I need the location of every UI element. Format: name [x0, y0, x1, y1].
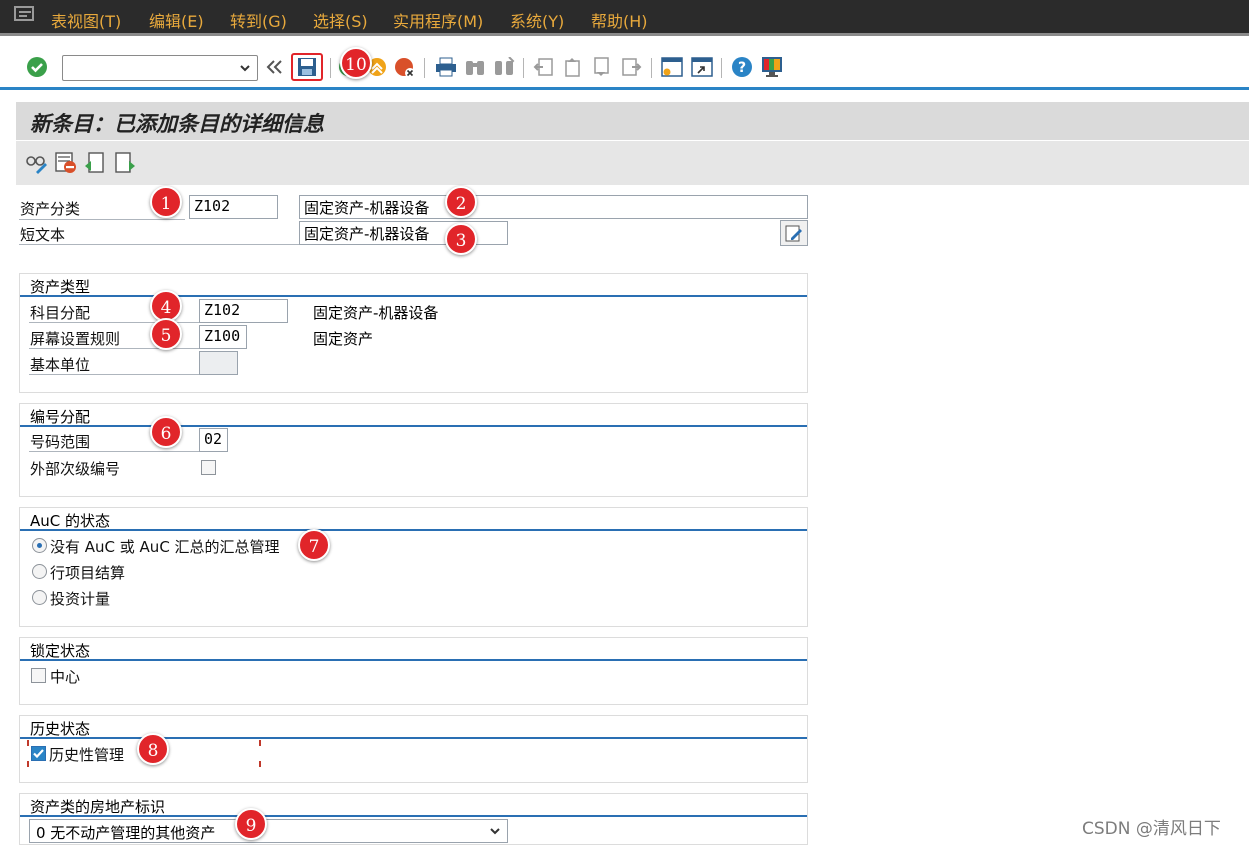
- number-range-input[interactable]: 02: [199, 428, 228, 452]
- check-icon: [33, 749, 44, 759]
- lock-status-group: 锁定状态: [19, 637, 808, 705]
- number-assignment-group: 编号分配: [19, 403, 808, 497]
- annotation-badge-7: 7: [298, 529, 330, 561]
- history-management-checkbox[interactable]: [31, 746, 46, 761]
- central-lock-checkbox[interactable]: [31, 668, 46, 683]
- chevron-down-icon[interactable]: [489, 825, 501, 837]
- central-lock-label: 中心: [50, 668, 81, 686]
- annotation-badge-2: 2: [445, 186, 477, 218]
- number-range-label: 号码范围: [30, 433, 91, 451]
- menu-bar: 表视图(T) 编辑(E) 转到(G) 选择(S) 实用程序(M) 系统(Y) 帮…: [0, 0, 1249, 36]
- auc-option-line-item-radio[interactable]: [32, 564, 47, 579]
- auc-status-group: AuC 的状态: [19, 507, 808, 627]
- menu-item-goto[interactable]: 转到(G): [230, 8, 287, 32]
- menu-item-table-view[interactable]: 表视图(T): [51, 8, 121, 32]
- save-icon[interactable]: [291, 53, 323, 81]
- account-determination-input[interactable]: Z102: [199, 299, 288, 323]
- menu-item-edit[interactable]: 编辑(E): [149, 8, 204, 32]
- annotation-badge-3: 3: [445, 223, 477, 255]
- base-unit-input[interactable]: [199, 351, 238, 375]
- asset-class-input[interactable]: Z102: [189, 195, 278, 219]
- command-field[interactable]: [62, 55, 258, 81]
- edit-long-text-button[interactable]: [780, 220, 808, 246]
- menu-item-selection[interactable]: 选择(S): [313, 8, 368, 32]
- external-sub-number-label: 外部次级编号: [30, 460, 121, 478]
- account-determination-label: 科目分配: [30, 304, 91, 322]
- menu-item-help[interactable]: 帮助(H): [591, 8, 648, 32]
- new-session-icon[interactable]: [661, 56, 683, 78]
- next-page-icon[interactable]: [591, 57, 613, 77]
- sap-menu-icon[interactable]: [14, 6, 36, 22]
- standard-toolbar: ?: [0, 40, 1249, 90]
- auc-status-title: AuC 的状态: [30, 512, 111, 530]
- enter-check-icon[interactable]: [26, 56, 48, 78]
- help-icon[interactable]: ?: [731, 56, 753, 78]
- watermark: CSDN @清风日下: [1082, 819, 1221, 839]
- asset-class-label: 资产分类: [20, 200, 81, 218]
- display-change-icon[interactable]: [26, 152, 48, 174]
- asset-type-title: 资产类型: [30, 278, 91, 296]
- page-title: 新条目：已添加条目的详细信息: [30, 111, 324, 136]
- auc-option-investment-radio[interactable]: [32, 590, 47, 605]
- cancel-icon[interactable]: [394, 57, 416, 79]
- print-icon[interactable]: [435, 57, 457, 77]
- application-toolbar: [16, 141, 1249, 185]
- lock-status-title: 锁定状态: [30, 642, 91, 660]
- asset-type-group: 资产类型: [19, 273, 808, 393]
- first-page-icon[interactable]: [533, 57, 555, 77]
- last-page-icon[interactable]: [620, 57, 642, 77]
- edit-pencil-icon: [785, 225, 802, 242]
- title-bar: 新条目：已添加条目的详细信息: [16, 102, 1249, 140]
- account-determination-description: 固定资产-机器设备: [313, 304, 439, 322]
- screen-layout-input[interactable]: Z100: [199, 325, 247, 349]
- annotation-badge-10: 10: [340, 47, 372, 79]
- next-entry-icon[interactable]: [114, 152, 136, 174]
- auc-option-summary-radio[interactable]: [32, 538, 47, 553]
- screen-layout-description: 固定资产: [313, 330, 374, 348]
- menu-item-utilities[interactable]: 实用程序(M): [393, 8, 483, 32]
- delete-entry-icon[interactable]: [55, 152, 77, 174]
- chevron-down-icon[interactable]: [239, 62, 251, 74]
- previous-page-icon[interactable]: [562, 57, 584, 77]
- real-estate-select[interactable]: 0 无不动产管理的其他资产: [29, 819, 508, 843]
- find-icon[interactable]: [464, 57, 486, 77]
- annotation-badge-1: 1: [150, 186, 182, 218]
- number-assignment-title: 编号分配: [30, 408, 91, 426]
- previous-entry-icon[interactable]: [84, 152, 106, 174]
- external-sub-number-checkbox[interactable]: [201, 460, 216, 475]
- base-unit-label: 基本单位: [30, 356, 91, 374]
- auc-option-summary-label: 没有 AuC 或 AuC 汇总的汇总管理: [50, 538, 280, 556]
- history-management-label: 历史性管理: [49, 746, 125, 764]
- find-next-icon[interactable]: [493, 57, 515, 77]
- auc-option-line-item-label: 行项目结算: [50, 564, 126, 582]
- history-status-title: 历史状态: [30, 720, 91, 738]
- annotation-badge-9: 9: [235, 808, 267, 840]
- create-shortcut-icon[interactable]: [691, 56, 713, 78]
- annotation-badge-5: 5: [150, 318, 182, 350]
- menu-item-system[interactable]: 系统(Y): [510, 8, 564, 32]
- short-text-label: 短文本: [20, 226, 66, 244]
- screen-layout-label: 屏幕设置规则: [30, 330, 121, 348]
- collapse-icon[interactable]: [266, 60, 284, 74]
- annotation-badge-6: 6: [150, 416, 182, 448]
- customize-layout-icon[interactable]: [761, 56, 783, 78]
- auc-option-investment-label: 投资计量: [50, 590, 111, 608]
- svg-text:?: ?: [738, 60, 746, 76]
- asset-class-description-input[interactable]: 固定资产-机器设备: [299, 195, 808, 219]
- real-estate-title: 资产类的房地产标识: [30, 798, 166, 816]
- real-estate-select-value: 0 无不动产管理的其他资产: [36, 824, 216, 842]
- annotation-badge-8: 8: [137, 733, 169, 765]
